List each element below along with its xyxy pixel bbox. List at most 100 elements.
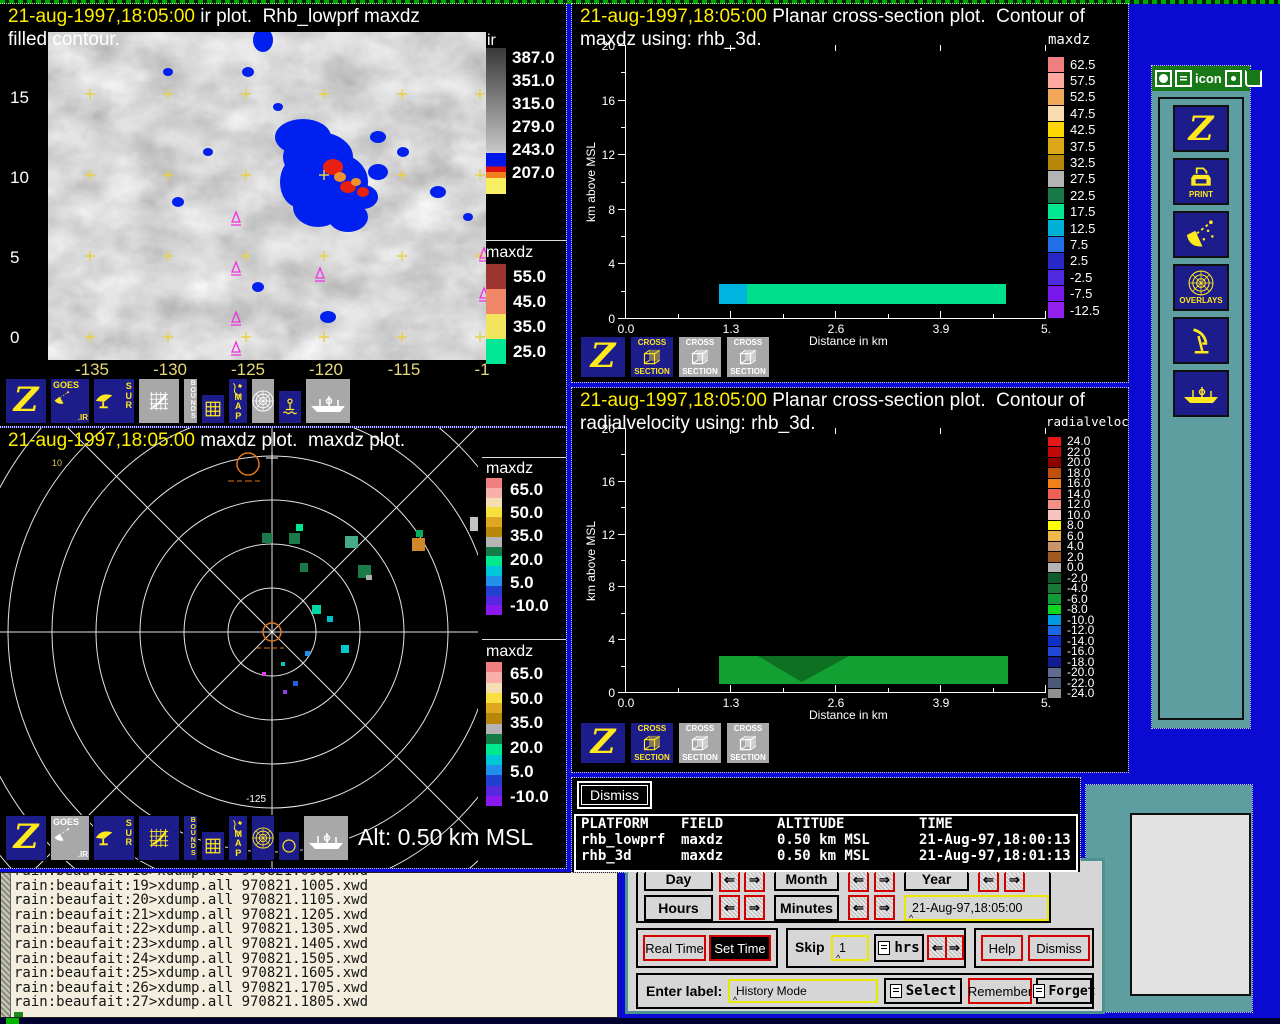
x-minor-tick <box>677 688 679 692</box>
y-tick <box>618 692 625 693</box>
goes-ir-button[interactable]: GOES .IR <box>50 815 90 861</box>
radar-dish-icon <box>94 389 116 411</box>
window-menu-circle-icon[interactable] <box>1155 70 1172 87</box>
overlays-button[interactable]: OVERLAYS <box>1173 264 1229 311</box>
color-value: 65.0 <box>510 664 544 683</box>
grid-button[interactable] <box>201 831 225 861</box>
cross-label: CROSS <box>637 338 667 347</box>
circle-overlay-button[interactable] <box>278 831 300 861</box>
color-swatch <box>1048 594 1061 604</box>
z-logo-button[interactable]: Z <box>580 336 626 378</box>
z-logo-button[interactable]: Z <box>5 378 47 424</box>
xsec-radialvelocity-plot <box>625 428 1046 693</box>
map-button[interactable]: M A P <box>228 378 248 424</box>
table-header-row: PLATFORM FIELD ALTITUDE TIME <box>576 816 1076 832</box>
minutes-prev-button[interactable]: ⇐ <box>848 895 869 920</box>
terminal-scrollbar[interactable] <box>1 873 11 1017</box>
label-value-field[interactable]: History Mode <box>728 979 878 1005</box>
color-swatch <box>1048 688 1061 698</box>
contour-band-17 <box>747 284 1006 304</box>
y-tick <box>618 208 625 210</box>
dismiss-button[interactable]: Dismiss <box>1028 935 1090 961</box>
y-minor-tick <box>621 612 625 614</box>
cross-section-button-2[interactable]: CROSS SECTION <box>678 722 722 764</box>
rings-overlay-button[interactable] <box>251 815 275 861</box>
table-cell: maxdz <box>681 832 724 848</box>
x-top-tick <box>940 45 941 51</box>
maxdz-colorbar-label: maxdz <box>486 244 534 261</box>
color-value: -10.0 <box>510 786 549 806</box>
reflectivity-cell <box>345 536 358 548</box>
minutes-next-button[interactable]: ⇒ <box>874 895 895 920</box>
rings-overlay-button[interactable] <box>251 378 275 424</box>
colorbar-row: 17.5 <box>1048 204 1100 220</box>
remember-button[interactable]: Remember <box>968 978 1032 1004</box>
radar-grid-button[interactable] <box>138 378 180 424</box>
y-minor-tick <box>621 454 625 456</box>
surveillance-radar-button[interactable]: S U R <box>93 378 135 424</box>
rings-icon <box>252 390 274 412</box>
satellite-dish-button[interactable] <box>1173 211 1229 258</box>
window-title-line2: maxdz using: rhb_3d. <box>580 29 762 50</box>
color-value: 7.5 <box>1070 236 1089 252</box>
real-time-button[interactable]: Real Time <box>643 935 706 961</box>
radar-antenna-button[interactable] <box>1173 317 1229 364</box>
x-tick <box>1045 311 1046 318</box>
desktop: 21-aug-1997,18:05:00 ir plot. Rhb_lowprf… <box>0 0 1280 1024</box>
ir-window-toolbar: Z GOES .IR S U R B O U N D S M A P <box>5 378 351 424</box>
velocity-band <box>719 656 1008 684</box>
radar-grid-button[interactable] <box>138 815 180 861</box>
z-logo-button[interactable]: Z <box>580 722 626 764</box>
bounds-button[interactable]: B O U N D S <box>183 378 198 424</box>
x-minor-tick <box>677 314 679 318</box>
set-time-button[interactable]: Set Time <box>709 935 771 961</box>
cross-section-button-3[interactable]: CROSS SECTION <box>726 722 770 764</box>
color-swatch <box>486 556 502 567</box>
y-tick-label: 4 <box>608 257 615 272</box>
ship-button[interactable] <box>1173 370 1229 417</box>
ship-button[interactable] <box>303 815 349 861</box>
surveillance-radar-button[interactable]: S U R <box>93 815 135 861</box>
forget-button[interactable]: Forget <box>1032 978 1095 1004</box>
skip-value-field[interactable]: 1 <box>831 935 869 963</box>
color-swatch <box>1048 615 1061 625</box>
y-axis-title: km above MSL <box>584 520 598 602</box>
y-tick <box>618 480 625 482</box>
grid-button[interactable] <box>201 394 225 424</box>
terminal-line: rain:beaufait:27>xdump.all 970821.1805.x… <box>14 994 369 1011</box>
help-button[interactable]: Help <box>981 935 1023 961</box>
resize-corner-icon[interactable] <box>1244 70 1262 87</box>
y-tick <box>618 99 625 101</box>
window-menu-icon[interactable] <box>1175 70 1192 87</box>
ship-button[interactable] <box>305 378 351 424</box>
map-button[interactable]: M A P <box>228 815 248 861</box>
ppi-colorbar1-label: maxdz <box>486 460 534 477</box>
x-tick-label: 2.6 <box>827 322 845 336</box>
hours-prev-button[interactable]: ⇐ <box>719 895 740 920</box>
cross-section-button-3[interactable]: CROSS SECTION <box>726 336 770 378</box>
icon-panel-window: icon Z PRINT OVERLAYS <box>1151 65 1262 729</box>
date-time-group: Day ⇐ ⇒ Month ⇐ ⇒ Year ⇐ ⇒ Hours ⇐ ⇒ Min… <box>636 865 1051 923</box>
z-logo-button[interactable]: Z <box>1173 105 1229 152</box>
hours-next-button[interactable]: ⇒ <box>744 895 765 920</box>
cross-section-button-1[interactable]: CROSS SECTION <box>630 722 674 764</box>
z-logo-button[interactable]: Z <box>5 815 47 861</box>
colorbar-row: -12.5 <box>1048 302 1100 318</box>
dismiss-button[interactable]: Dismiss <box>581 785 648 805</box>
bounds-button[interactable]: B O U N D S <box>183 815 198 861</box>
skip-forward-button[interactable]: ⇒ <box>945 935 964 960</box>
colorbar-row: 62.5 <box>1048 56 1100 72</box>
iconify-icon[interactable] <box>1224 70 1242 87</box>
print-button[interactable]: PRINT <box>1173 158 1229 205</box>
terminal-window[interactable]: rain:beaufait:18>xdump.all 970821.0905.x… <box>0 872 618 1018</box>
buoy-button[interactable] <box>278 390 302 424</box>
cross-section-button-2[interactable]: CROSS SECTION <box>678 336 722 378</box>
goes-ir-button[interactable]: GOES .IR <box>50 378 90 424</box>
select-button[interactable]: Select <box>884 978 962 1004</box>
cross-section-button-1[interactable]: CROSS SECTION <box>630 336 674 378</box>
column-header: FIELD <box>681 816 724 832</box>
ir-colorbar-value: 279.0 <box>512 117 555 136</box>
terminal-cursor[interactable] <box>14 1011 23 1017</box>
time-value-field[interactable]: 21-Aug-97,18:05:00 <box>904 895 1049 923</box>
skip-units-button[interactable]: hrs <box>874 934 924 962</box>
